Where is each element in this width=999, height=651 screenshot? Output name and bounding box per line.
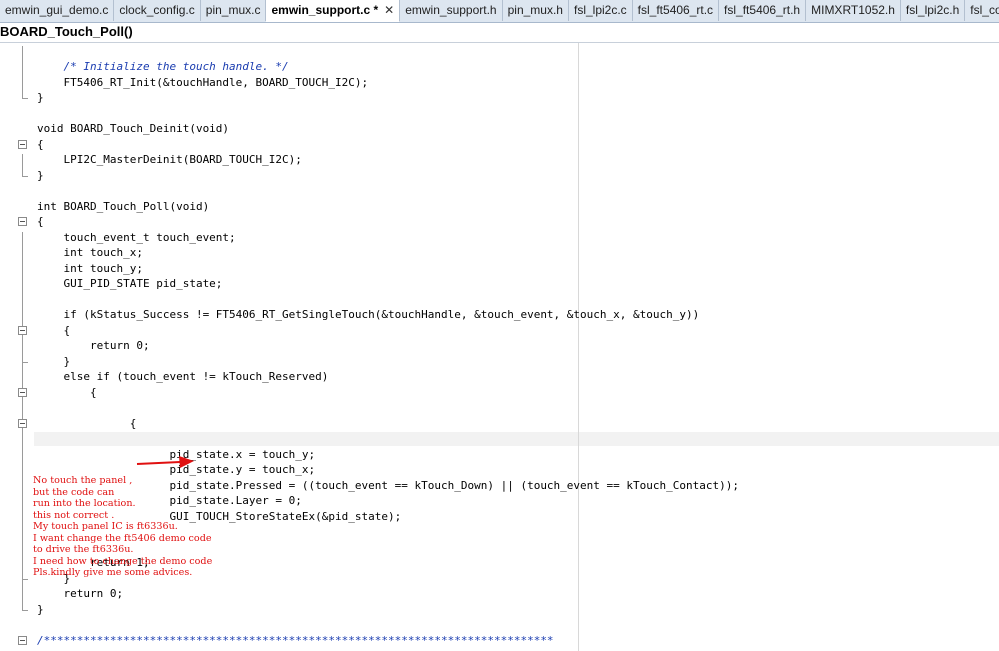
tab-11[interactable]: fsl_common.h <box>965 0 999 21</box>
tab-label: pin_mux.c <box>205 3 261 17</box>
tab-0[interactable]: emwin_gui_demo.c <box>0 0 115 21</box>
tab-label: emwin_support.h <box>405 3 497 17</box>
tab-4[interactable]: emwin_support.h <box>400 0 503 21</box>
tab-label: fsl_ft5406_rt.h <box>724 3 801 17</box>
function-navigation-bar[interactable]: BOARD_Touch_Poll() <box>0 23 999 43</box>
tab-5[interactable]: pin_mux.h <box>502 0 569 21</box>
annotation-arrow-icon <box>136 456 194 468</box>
tab-3[interactable]: emwin_support.c * ✕ <box>266 0 401 22</box>
editor-tab-bar: emwin_gui_demo.c clock_config.c pin_mux.c e… <box>0 0 999 23</box>
tab-1[interactable]: clock_config.c <box>114 0 201 21</box>
tab-6[interactable]: fsl_lpi2c.c <box>568 0 633 21</box>
tab-label: emwin_gui_demo.c <box>5 3 109 17</box>
code-editor[interactable]: /* Initialize the touch handle. */ FT540… <box>0 43 999 651</box>
tab-8[interactable]: fsl_ft5406_rt.h <box>719 0 807 21</box>
tab-9[interactable]: MIMXRT1052.h <box>806 0 901 21</box>
tab-label: emwin_support.c * <box>271 3 379 17</box>
tab-label: MIMXRT1052.h <box>811 3 895 17</box>
tab-label: fsl_ft5406_rt.c <box>637 3 714 17</box>
tab-10[interactable]: fsl_lpi2c.h <box>900 0 966 21</box>
tab-label: pin_mux.h <box>507 3 563 17</box>
close-tab-icon[interactable]: ✕ <box>384 3 394 17</box>
tab-label: clock_config.c <box>119 3 195 17</box>
current-function-name: BOARD_Touch_Poll() <box>0 24 133 39</box>
tab-label: fsl_lpi2c.h <box>905 3 960 17</box>
tab-label: fsl_common.h <box>970 3 999 17</box>
tab-label: fsl_lpi2c.c <box>573 3 627 17</box>
tab-2[interactable]: pin_mux.c <box>200 0 267 21</box>
tab-7[interactable]: fsl_ft5406_rt.c <box>632 0 720 21</box>
